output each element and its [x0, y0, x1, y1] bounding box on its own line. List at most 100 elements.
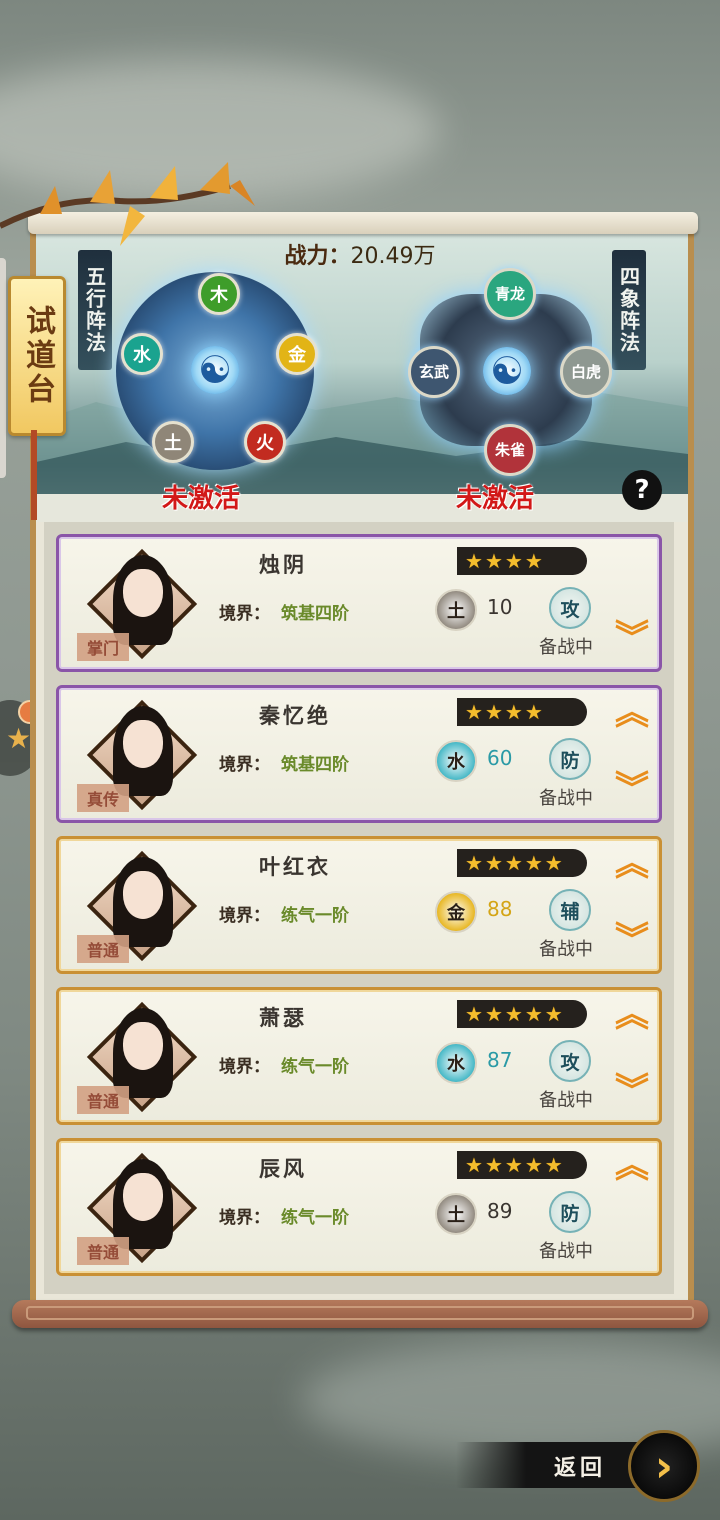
trial-platform-tab[interactable]: 试道台 [8, 276, 66, 436]
disciple-name: 烛阴 [259, 553, 307, 577]
star-icon: ★ [6, 722, 32, 755]
water-element-node[interactable]: 水 [121, 333, 163, 375]
portrait-face [123, 569, 163, 617]
black-tortoise-node[interactable]: 玄武 [408, 346, 460, 398]
star-icon: ★ [544, 1153, 563, 1177]
move-up-arrow-icon[interactable]: ︽ [615, 696, 649, 730]
disciple-name: 叶红衣 [259, 855, 331, 879]
star-icon: ★ [524, 700, 543, 724]
portrait-face [123, 1173, 163, 1221]
power-value: 20.49万 [350, 244, 436, 269]
fire-element-node[interactable]: 火 [244, 421, 286, 463]
rank-badge: 普通 [77, 1237, 129, 1265]
disciple-name: 辰风 [259, 1157, 307, 1181]
yin-yang-center [483, 347, 531, 395]
star-icon: ★ [484, 1153, 503, 1177]
realm-label: 境界： [219, 755, 270, 775]
four-symbols-status: 未激活 [456, 484, 535, 514]
rank-badge: 普通 [77, 935, 129, 963]
star-icon: ★ [524, 549, 543, 573]
metal-element-node[interactable]: 金 [276, 333, 318, 375]
star-icon: ★ [465, 851, 483, 875]
role-badge: 攻 [549, 1040, 591, 1082]
star-icon: ★ [524, 1153, 543, 1177]
move-down-arrow-icon[interactable]: ︾ [615, 621, 649, 655]
disciple-card[interactable]: 普通 辰风 ★ ★ ★ ★ ★ 境界： 练气一阶土 89 防备战中 ︽ [56, 1138, 662, 1276]
element-icon: 土 [435, 1193, 477, 1235]
element-icon: 水 [435, 1042, 477, 1084]
disciple-card[interactable]: 普通 萧瑟 ★ ★ ★ ★ ★ 境界： 练气一阶水 87 攻备战中 ︽ ︾ [56, 987, 662, 1125]
status-text: 备战中 [539, 788, 593, 809]
element-value: 60 [487, 746, 513, 770]
star-icon: ★ [504, 1002, 523, 1026]
element-value: 89 [487, 1199, 513, 1223]
element-value: 87 [487, 1048, 513, 1072]
star-icon: ★ [465, 549, 483, 573]
vermilion-bird-node[interactable]: 朱雀 [484, 424, 536, 476]
realm-value: 筑基四阶 [281, 604, 349, 624]
disciple-name: 萧瑟 [259, 1006, 307, 1030]
trial-platform-label: 试道台 [20, 305, 55, 407]
role-badge: 辅 [549, 889, 591, 931]
star-rating: ★ ★ ★ ★ [457, 547, 587, 575]
back-button[interactable]: 返回 › [456, 1430, 706, 1502]
wood-element-node[interactable]: 木 [198, 273, 240, 315]
five-elements-status: 未激活 [162, 484, 241, 514]
portrait-face [123, 720, 163, 768]
rank-badge: 真传 [77, 784, 129, 812]
role-badge: 防 [549, 1191, 591, 1233]
power-label: 战力： [284, 244, 351, 269]
status-text: 备战中 [539, 1090, 593, 1111]
move-down-arrow-icon[interactable]: ︾ [615, 1074, 649, 1108]
move-down-arrow-icon[interactable]: ︾ [615, 772, 649, 806]
disciple-card[interactable]: 掌门 烛阴 ★ ★ ★ ★ 境界： 筑基四阶土 10 攻备战中 ︾ [56, 534, 662, 672]
help-icon[interactable]: ? [622, 470, 662, 510]
realm-label: 境界： [219, 604, 270, 624]
status-text: 备战中 [539, 1241, 593, 1262]
star-icon: ★ [504, 851, 523, 875]
earth-element-node[interactable]: 土 [152, 421, 194, 463]
rank-badge: 普通 [77, 1086, 129, 1114]
move-up-arrow-icon[interactable]: ︽ [615, 998, 649, 1032]
element-icon: 水 [435, 740, 477, 782]
star-icon: ★ [484, 549, 503, 573]
move-up-arrow-icon[interactable]: ︽ [615, 1149, 649, 1183]
status-text: 备战中 [539, 637, 593, 658]
realm-value: 练气一阶 [281, 1208, 349, 1228]
move-down-arrow-icon[interactable]: ︾ [615, 923, 649, 957]
star-icon: ★ [504, 549, 523, 573]
yin-yang-center [191, 346, 239, 394]
element-icon: 金 [435, 891, 477, 933]
realm-label: 境界： [219, 1057, 270, 1077]
star-rating: ★ ★ ★ ★ ★ [457, 1151, 587, 1179]
star-icon: ★ [484, 851, 503, 875]
five-elements-formation-title: 五行阵法 [78, 250, 112, 370]
realm-value: 练气一阶 [281, 906, 349, 926]
portrait-face [123, 871, 163, 919]
tassel-decoration [31, 430, 37, 520]
back-label: 返回 [554, 1456, 607, 1481]
status-text: 备战中 [539, 939, 593, 960]
azure-dragon-node[interactable]: 青龙 [484, 268, 536, 320]
star-icon: ★ [465, 1002, 483, 1026]
star-icon: ★ [465, 1153, 483, 1177]
star-icon: ★ [484, 700, 503, 724]
disciple-card[interactable]: 普通 叶红衣 ★ ★ ★ ★ ★ 境界： 练气一阶 金 88 辅备战中 ︽ ︾ [56, 836, 662, 974]
realm-value: 筑基四阶 [281, 755, 349, 775]
screen-edge-handle [0, 258, 6, 478]
role-badge: 攻 [549, 587, 591, 629]
realm-label: 境界： [219, 906, 270, 926]
star-icon: ★ [544, 851, 563, 875]
star-icon: ★ [465, 700, 483, 724]
star-icon: ★ [504, 1153, 523, 1177]
move-up-arrow-icon[interactable]: ︽ [615, 847, 649, 881]
element-icon: 土 [435, 589, 477, 631]
disciple-card[interactable]: 真传 秦忆绝 ★ ★ ★ ★ 境界： 筑基四阶水 60 防备战中 ︽ ︾ [56, 685, 662, 823]
element-value: 88 [487, 897, 513, 921]
role-badge: 防 [549, 738, 591, 780]
chevron-right-icon[interactable]: › [628, 1430, 700, 1502]
white-tiger-node[interactable]: 白虎 [560, 346, 612, 398]
disciple-name: 秦忆绝 [259, 704, 331, 728]
realm-value: 练气一阶 [281, 1057, 349, 1077]
star-rating: ★ ★ ★ ★ ★ [457, 849, 587, 877]
